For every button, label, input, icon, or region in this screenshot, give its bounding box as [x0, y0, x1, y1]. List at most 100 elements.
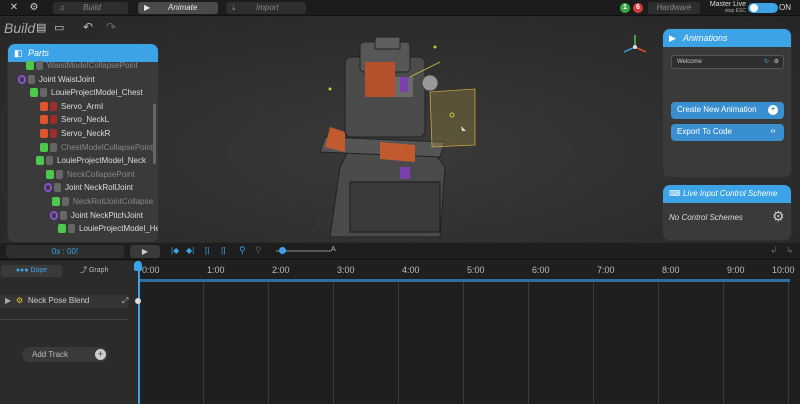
time-tick-label: 1:00	[207, 265, 225, 275]
track-name: Neck Pose Blend	[28, 296, 90, 305]
track-range-bar[interactable]	[138, 279, 790, 282]
lock-icon[interactable]	[50, 115, 57, 125]
time-tick-label: 10:00	[772, 265, 795, 275]
loop-icon[interactable]: ↻	[764, 56, 769, 68]
dope-label: Dope	[30, 267, 48, 274]
lock-icon[interactable]	[28, 74, 35, 84]
lock-icon[interactable]	[60, 210, 67, 220]
tree-item[interactable]: LouieProjectModel_Heac	[8, 222, 158, 235]
timeline-grid[interactable]: 0:00 1:00 2:00 3:00 4:00 5:00 6:00 7:00 8:00 9:00…	[134, 261, 800, 404]
time-display[interactable]: 0s : 00!	[6, 245, 124, 258]
lock-icon[interactable]	[50, 101, 57, 111]
tree-item[interactable]: Servo_NeckR	[8, 127, 153, 140]
track-row[interactable]: ▶ ⚙ Neck Pose Blend ⤢	[0, 295, 128, 308]
live-input-panel-title: Live Input Control Scheme	[683, 189, 778, 198]
lock-icon[interactable]	[56, 169, 63, 179]
tree-item[interactable]: Servo_NeckL	[8, 113, 153, 126]
zoom-slider-handle[interactable]	[279, 247, 286, 254]
live-input-panel: ⌨ Live Input Control Scheme No Control S…	[662, 184, 792, 241]
add-key-icon[interactable]: ⤢	[122, 296, 128, 306]
tree-item[interactable]: Joint NeckRollJoint	[8, 181, 153, 194]
expand-icon[interactable]: ↳	[786, 245, 794, 256]
tree-item[interactable]: NeckCollapsePoint	[8, 168, 153, 181]
animation-selector[interactable]: Welcome ↻ ⚙	[671, 55, 784, 69]
bracket-left-icon[interactable]: [|	[205, 246, 209, 255]
undo-icon[interactable]: ↶	[83, 20, 93, 34]
dope-tab[interactable]: ●●● Dope	[1, 265, 62, 277]
tree-item[interactable]: NeckRollJointCollapse	[8, 195, 153, 208]
tree-item[interactable]: Servo_ArmI	[8, 100, 153, 113]
add-track-button[interactable]: Add Track +	[22, 347, 108, 362]
time-gridline	[593, 279, 594, 404]
joint-icon	[44, 183, 52, 193]
pin-icon[interactable]: ⚲	[239, 245, 246, 256]
toggle-state-label: ON	[779, 3, 791, 12]
lock-icon[interactable]	[40, 88, 47, 98]
prev-key-icon[interactable]: |◆	[171, 246, 179, 255]
top-bar: ✕ ⚙ ♫ Build ▶ Animate ⤓ Import 1 6 Hardw…	[0, 0, 800, 16]
expand-track-icon[interactable]: ▶	[5, 296, 11, 305]
lock-icon[interactable]	[46, 156, 53, 166]
play-button[interactable]: ▶	[130, 245, 160, 258]
timeline: 0s : 00! ▶ |◆ ◆| [| |] ⚲ ⚲ A ↲ ↳ ●●● Dop…	[0, 243, 800, 404]
time-gridline	[658, 279, 659, 404]
status-badge-green[interactable]: 1	[620, 3, 630, 13]
build-title: Build	[4, 20, 36, 36]
tree-item[interactable]: ChestModelCollapsePoint	[8, 141, 153, 154]
create-animation-button[interactable]: Create New Animation +	[671, 102, 784, 119]
redo-icon[interactable]: ↷	[106, 20, 116, 34]
graph-icon: ⤴	[80, 267, 87, 274]
live-input-panel-header[interactable]: ⌨ Live Input Control Scheme	[663, 185, 791, 203]
collapse-icon[interactable]: ↲	[770, 245, 778, 256]
next-key-icon[interactable]: ◆|	[186, 246, 194, 255]
keyframe[interactable]	[135, 298, 141, 304]
parts-scrollbar[interactable]	[153, 104, 156, 164]
lock-icon[interactable]	[36, 61, 43, 70]
gear-icon[interactable]: ⚙	[772, 208, 785, 225]
animations-panel-header[interactable]: ▶ Animations	[663, 29, 791, 47]
import-mode-tab[interactable]: ⤓ Import	[226, 2, 306, 14]
open-folder-icon[interactable]: ▭	[54, 21, 64, 34]
settings-icon[interactable]: ⚙	[774, 56, 779, 68]
bracket-right-icon[interactable]: |]	[221, 246, 225, 255]
track-list: ●●● Dope ⤴ Graph ▶ ⚙ Neck Pose Blend ⤢ A…	[0, 261, 138, 404]
lock-icon[interactable]	[50, 142, 57, 152]
playhead-handle[interactable]	[134, 261, 142, 271]
time-ruler[interactable]: 0:00 1:00 2:00 3:00 4:00 5:00 6:00 7:00 8:00 9:00…	[138, 261, 800, 404]
lock-icon[interactable]	[50, 129, 57, 138]
tree-item[interactable]: LouieProjectModel_Chest	[8, 86, 153, 99]
time-tick-label: 2:00	[272, 265, 290, 275]
tree-item-label: ChestModelCollapsePoint	[61, 142, 154, 152]
graph-label: Graph	[88, 267, 109, 274]
hardware-tab[interactable]: Hardware	[648, 2, 700, 14]
close-icon[interactable]: ✕	[8, 2, 20, 14]
tree-item[interactable]: Joint WaistJoint	[8, 73, 153, 86]
tree-item[interactable]: LouieProjectModel_Neck	[8, 154, 153, 167]
export-code-button[interactable]: Export To Code ‹›	[671, 124, 784, 141]
tree-item[interactable]: WaistModelCollapsePoint	[8, 59, 153, 72]
lock-icon[interactable]	[62, 197, 69, 206]
animate-mode-tab[interactable]: ▶ Animate	[138, 2, 218, 14]
time-gridline	[723, 279, 724, 404]
master-live-toggle[interactable]	[748, 3, 778, 13]
lock-icon[interactable]	[68, 224, 75, 234]
model-icon	[30, 88, 38, 98]
3d-viewport[interactable]: Build ▤ ▭ ↶ ↷ ◧ Parts WaistModelCollapse…	[0, 17, 800, 242]
plus-icon: +	[768, 105, 778, 115]
track-divider	[0, 319, 128, 320]
hardware-label: Hardware	[656, 3, 692, 12]
playhead[interactable]	[138, 261, 140, 404]
graph-tab[interactable]: ⤴ Graph	[80, 265, 120, 277]
gear-icon[interactable]: ⚙	[28, 2, 40, 14]
tree-item-label: WaistModelCollapsePoint	[47, 61, 138, 70]
tree-item-label: Joint NeckRollJoint	[65, 183, 134, 193]
time-tick-label: 4:00	[402, 265, 420, 275]
time-gridline	[268, 279, 269, 404]
new-file-icon[interactable]: ▤	[36, 21, 46, 34]
pin-remove-icon[interactable]: ⚲	[255, 245, 262, 256]
status-badge-red[interactable]: 6	[633, 3, 643, 13]
build-mode-tab[interactable]: ♫ Build	[53, 2, 128, 14]
axis-gizmo[interactable]	[620, 32, 650, 62]
tree-item[interactable]: Joint NeckPitchJoint	[8, 209, 153, 222]
lock-icon[interactable]	[54, 183, 61, 193]
